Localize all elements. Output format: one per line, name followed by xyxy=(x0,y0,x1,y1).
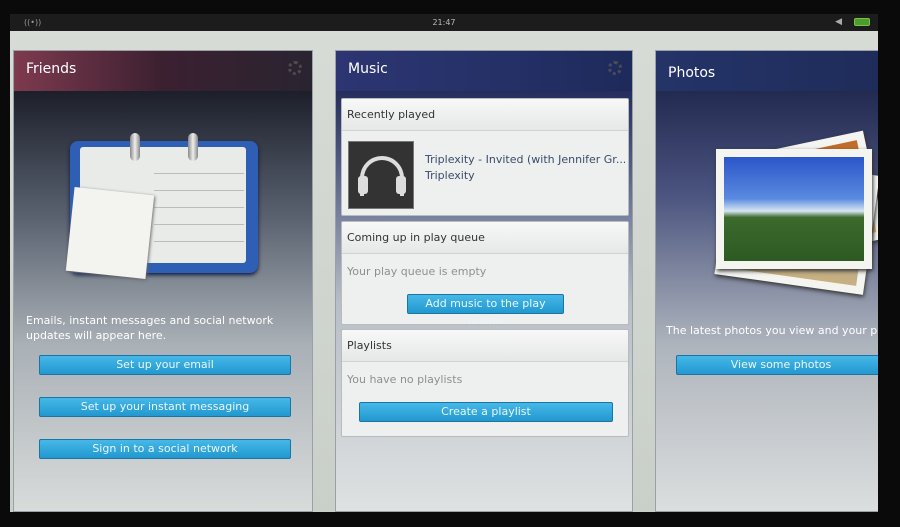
social-network-button[interactable]: Sign in to a social network xyxy=(39,439,291,459)
recently-played-card[interactable]: Recently played Triplexity - Invited (wi… xyxy=(341,98,629,216)
headphones-icon xyxy=(348,141,414,209)
tablet-screen: ((•)) 21:47 ◀ Friends Emails, instant me… xyxy=(10,14,878,512)
photos-title: Photos xyxy=(668,65,716,81)
playlists-empty: You have no playlists xyxy=(347,373,463,386)
music-header: Music xyxy=(336,51,632,91)
setup-im-button[interactable]: Set up your instant messaging xyxy=(39,397,291,417)
photos-panel: Photos The latest photos you view and yo… xyxy=(655,50,878,512)
play-queue-empty: Your play queue is empty xyxy=(347,265,487,278)
play-queue-title: Coming up in play queue xyxy=(342,222,628,254)
status-bar: ((•)) 21:47 ◀ xyxy=(10,14,878,31)
playlists-title: Playlists xyxy=(342,330,628,362)
music-panel: Music Recently played Triplexity - Invit… xyxy=(335,50,633,512)
setup-email-button[interactable]: Set up your email xyxy=(39,355,291,375)
battery-icon xyxy=(854,18,870,26)
play-queue-card: Coming up in play queue Your play queue … xyxy=(341,221,629,325)
friends-title: Friends xyxy=(26,61,77,77)
recently-played-title: Recently played xyxy=(342,99,628,131)
friends-header: Friends xyxy=(14,51,312,91)
friends-body: Emails, instant messages and social netw… xyxy=(14,91,312,511)
add-music-button[interactable]: Add music to the play queue xyxy=(407,294,564,324)
gear-icon[interactable] xyxy=(608,61,622,75)
friends-description: Emails, instant messages and social netw… xyxy=(26,314,274,342)
friends-panel: Friends Emails, instant messages and soc… xyxy=(13,50,313,512)
photos-icon xyxy=(714,130,878,305)
track-artist: Triplexity xyxy=(425,169,475,182)
view-photos-button[interactable]: View some photos xyxy=(676,355,878,375)
photos-body: The latest photos you view and your pho … xyxy=(656,91,878,511)
photos-description: The latest photos you view and your pho … xyxy=(666,324,878,337)
music-body: Recently played Triplexity - Invited (wi… xyxy=(336,91,632,511)
gear-icon[interactable] xyxy=(288,61,302,75)
create-playlist-button[interactable]: Create a playlist xyxy=(359,402,613,422)
track-title[interactable]: Triplexity - Invited (with Jennifer Gr..… xyxy=(425,153,625,166)
calendar-icon xyxy=(65,133,260,279)
clock: 21:47 xyxy=(432,18,456,27)
photos-header: Photos xyxy=(656,51,878,91)
music-title: Music xyxy=(348,61,388,77)
playlists-card: Playlists You have no playlists Create a… xyxy=(341,329,629,437)
volume-icon[interactable]: ◀ xyxy=(835,17,842,27)
